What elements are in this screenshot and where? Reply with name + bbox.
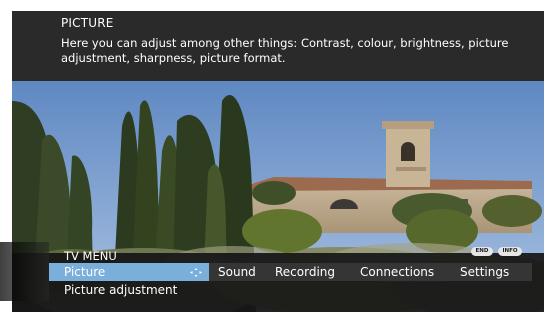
- end-button[interactable]: END: [471, 247, 493, 256]
- info-title: PICTURE: [61, 16, 114, 30]
- info-panel: PICTURE Here you can adjust among other …: [12, 11, 544, 81]
- tab-connections[interactable]: Connections: [360, 263, 434, 281]
- info-button[interactable]: INFO: [498, 247, 522, 256]
- tab-sound[interactable]: Sound: [218, 263, 256, 281]
- info-description: Here you can adjust among other things: …: [61, 36, 509, 65]
- tab-settings[interactable]: Settings: [460, 263, 509, 281]
- menu-item-picture-adjustment[interactable]: Picture adjustment: [64, 282, 177, 299]
- menu-title: TV MENU: [64, 249, 117, 263]
- tab-recording[interactable]: Recording: [275, 263, 335, 281]
- tab-picture[interactable]: Picture: [49, 263, 209, 281]
- menu-side-shade: [0, 242, 49, 301]
- four-way-arrows-icon: [190, 268, 202, 277]
